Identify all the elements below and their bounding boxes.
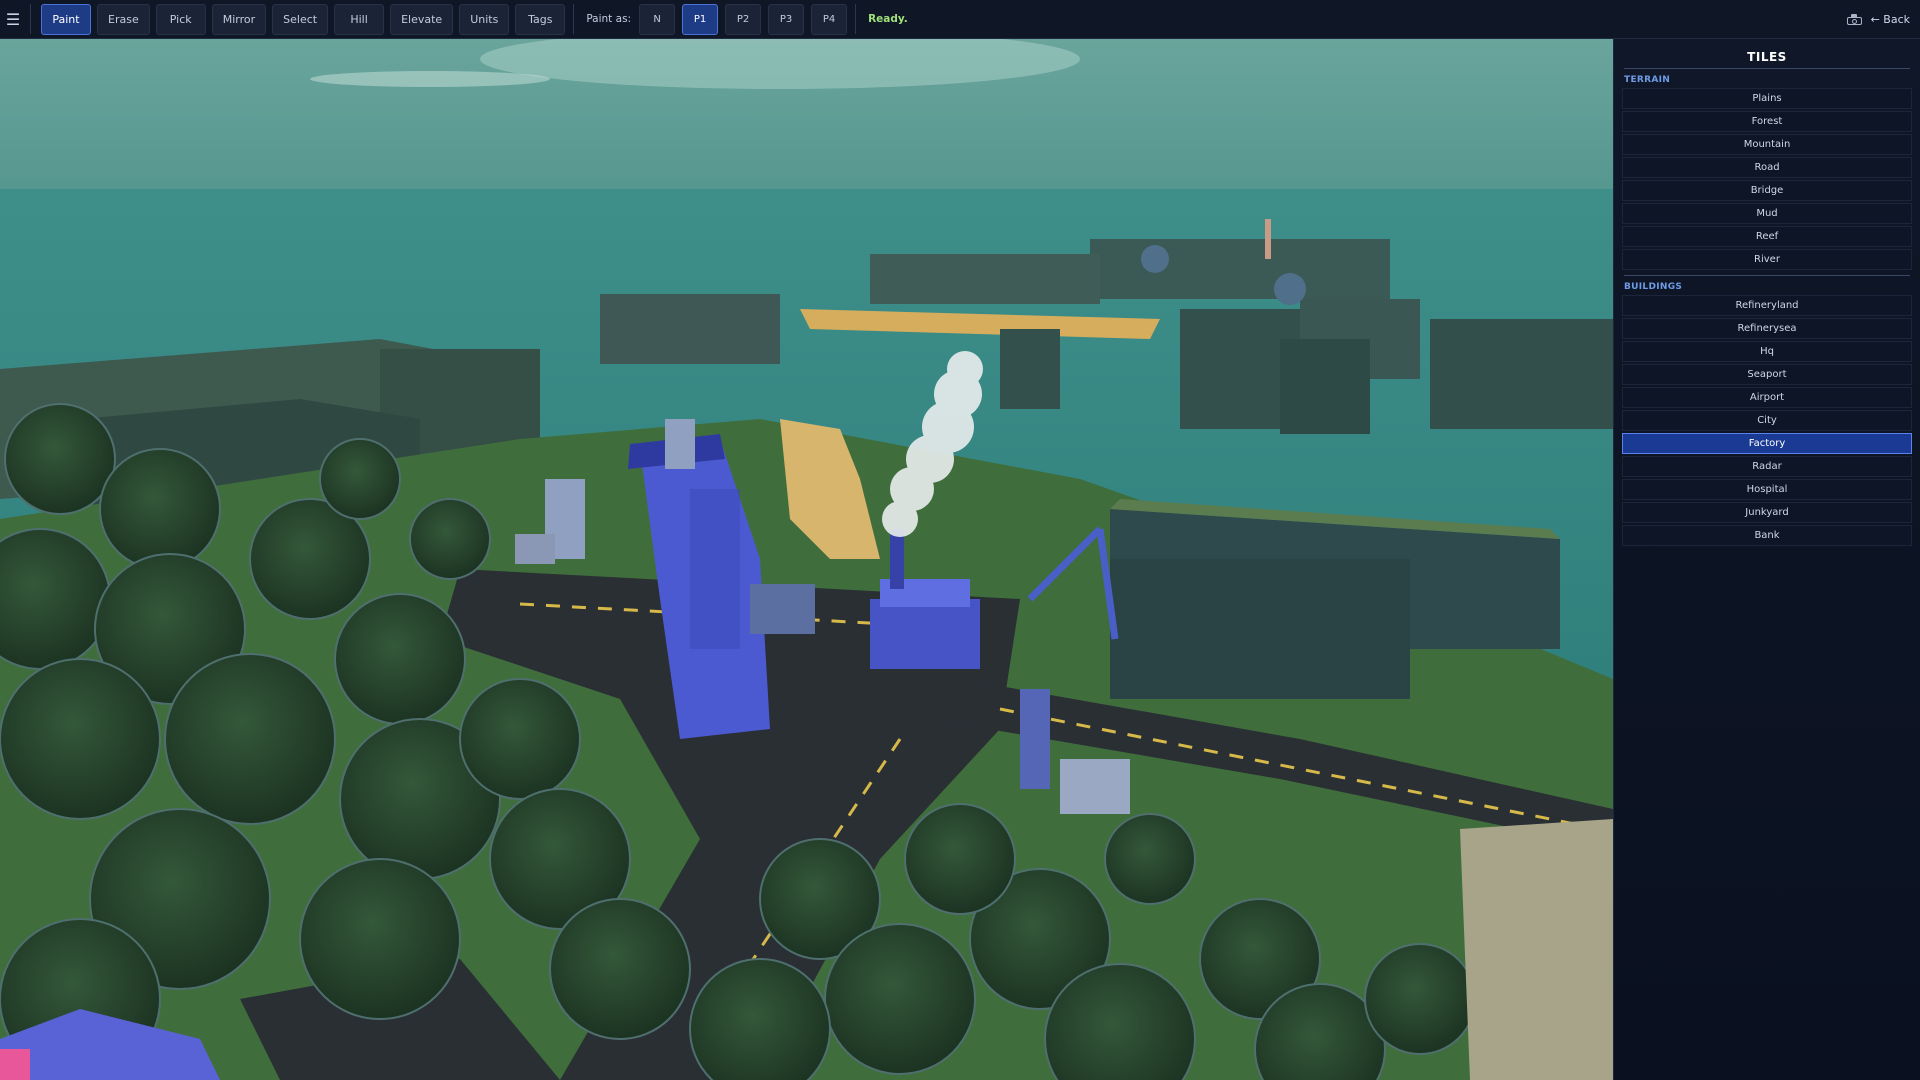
player-p2-button[interactable]: P2	[725, 3, 762, 35]
tool-hill-button[interactable]: Hill	[334, 3, 385, 35]
tool-tags-button[interactable]: Tags	[515, 3, 566, 35]
tile-factory[interactable]: Factory	[1622, 433, 1912, 454]
cloud	[310, 71, 550, 87]
editor-toolbar: ☰ Paint Erase Pick Mirror Select Hill El…	[0, 0, 1920, 39]
player-n-button[interactable]: N	[639, 3, 676, 35]
hamburger-menu-icon[interactable]: ☰	[0, 0, 26, 39]
map-viewport[interactable]	[0, 39, 1613, 1080]
tile-airport[interactable]: Airport	[1622, 387, 1912, 408]
tile-river[interactable]: River	[1622, 249, 1912, 270]
tool-paint-button[interactable]: Paint	[41, 3, 91, 35]
tile-mountain[interactable]: Mountain	[1622, 134, 1912, 155]
player-p3-button[interactable]: P3	[768, 3, 805, 35]
hill	[1460, 819, 1613, 1080]
camera-icon[interactable]	[1846, 13, 1863, 26]
tile-city[interactable]: City	[1622, 410, 1912, 431]
tool-select-button[interactable]: Select	[272, 3, 329, 35]
terrain-section-label: TERRAIN	[1624, 75, 1671, 85]
panel-title: TILES	[1747, 50, 1787, 64]
player-p1-button[interactable]: P1	[682, 3, 719, 35]
buildings-list: Refineryland Refinerysea Hq Seaport Airp…	[1622, 295, 1912, 546]
tile-road[interactable]: Road	[1622, 157, 1912, 178]
tile-hq[interactable]: Hq	[1622, 341, 1912, 362]
toolbar-divider	[573, 4, 575, 34]
tool-mirror-button[interactable]: Mirror	[211, 3, 267, 35]
tile-mud[interactable]: Mud	[1622, 203, 1912, 224]
tool-units-button[interactable]: Units	[459, 3, 510, 35]
tile-forest[interactable]: Forest	[1622, 111, 1912, 132]
player-p4-button[interactable]: P4	[811, 3, 848, 35]
tool-elevate-button[interactable]: Elevate	[390, 3, 454, 35]
toolbar-right-controls: ← Back	[1846, 0, 1910, 39]
tile-refinerysea[interactable]: Refinerysea	[1622, 318, 1912, 339]
tile-hospital[interactable]: Hospital	[1622, 479, 1912, 500]
tile-refineryland[interactable]: Refineryland	[1622, 295, 1912, 316]
tile-radar[interactable]: Radar	[1622, 456, 1912, 477]
toolbar-divider	[855, 4, 857, 34]
tool-erase-button[interactable]: Erase	[97, 3, 150, 35]
buildings-section-label: BUILDINGS	[1624, 282, 1683, 292]
toolbar-divider	[30, 4, 31, 34]
terrain-list: Plains Forest Mountain Road Bridge Mud R…	[1622, 88, 1912, 270]
tiles-panel: TILES TERRAIN Plains Forest Mountain Roa…	[1613, 39, 1920, 1080]
tile-plains[interactable]: Plains	[1622, 88, 1912, 109]
tile-bridge[interactable]: Bridge	[1622, 180, 1912, 201]
tile-bank[interactable]: Bank	[1622, 525, 1912, 546]
status-text: Ready.	[868, 13, 908, 25]
paint-as-label: Paint as:	[586, 13, 632, 25]
back-button[interactable]: ← Back	[1871, 13, 1910, 26]
corner-building-accent	[0, 1049, 30, 1080]
tile-reef[interactable]: Reef	[1622, 226, 1912, 247]
tile-junkyard[interactable]: Junkyard	[1622, 502, 1912, 523]
map-scene	[0, 39, 1613, 1080]
tile-seaport[interactable]: Seaport	[1622, 364, 1912, 385]
tool-pick-button[interactable]: Pick	[155, 3, 206, 35]
